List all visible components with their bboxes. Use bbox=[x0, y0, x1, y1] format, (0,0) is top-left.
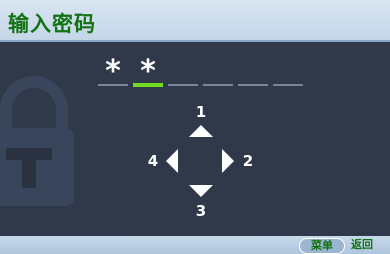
footer-bar: 菜单 返回 bbox=[0, 236, 390, 254]
slot-underline-active bbox=[133, 83, 163, 87]
slot-underline bbox=[98, 84, 128, 86]
slot-underline bbox=[238, 84, 268, 86]
lock-icon bbox=[0, 76, 74, 206]
password-dialog: 输入密码 * * 1 4 2 3 菜单 返回 bbox=[0, 0, 390, 254]
title-bar: 输入密码 bbox=[0, 0, 390, 42]
slot-underline bbox=[168, 84, 198, 86]
arrow-left-icon[interactable] bbox=[166, 149, 178, 173]
direction-number-left: 4 bbox=[147, 152, 159, 170]
direction-number-up: 1 bbox=[195, 103, 207, 121]
password-slot bbox=[203, 58, 233, 92]
slot-underline bbox=[203, 84, 233, 86]
direction-number-right: 2 bbox=[242, 152, 254, 170]
password-slot bbox=[238, 58, 268, 92]
password-slot-active: * bbox=[133, 56, 163, 92]
arrow-right-icon[interactable] bbox=[222, 149, 234, 173]
arrow-down-icon[interactable] bbox=[189, 185, 213, 197]
password-slot: * bbox=[98, 56, 128, 92]
password-slot bbox=[273, 58, 303, 92]
back-label: 返回 bbox=[351, 238, 373, 251]
menu-button[interactable]: 菜单 bbox=[299, 238, 345, 254]
password-input-row[interactable]: * * bbox=[98, 56, 308, 92]
direction-number-down: 3 bbox=[195, 202, 207, 220]
dialog-title: 输入密码 bbox=[8, 12, 96, 36]
slot-underline bbox=[273, 84, 303, 86]
password-slot bbox=[168, 58, 198, 92]
arrow-up-icon[interactable] bbox=[189, 125, 213, 137]
